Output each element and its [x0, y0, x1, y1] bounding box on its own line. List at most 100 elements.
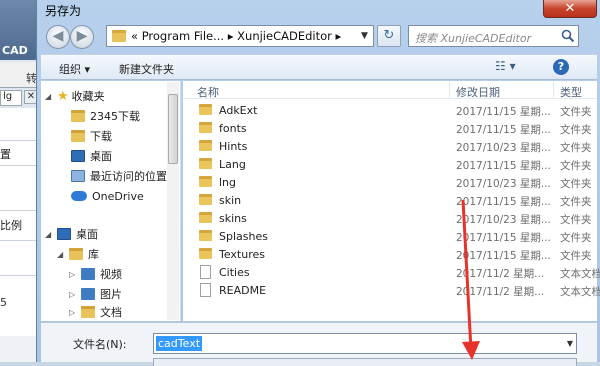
collapse-icon[interactable]: ◢ — [45, 230, 55, 239]
sidebar-item-label: 桌面 — [76, 228, 98, 241]
file-name: skin — [219, 194, 242, 207]
file-row[interactable]: lng 2017/10/23 星期... 文件夹 — [183, 173, 597, 191]
column-divider[interactable] — [449, 81, 450, 99]
background-app-divider — [0, 240, 40, 241]
filename-dropdown-icon[interactable]: ▼ — [563, 333, 577, 354]
sidebar-item-videos[interactable]: ▷ 视频 — [69, 265, 122, 283]
file-row[interactable]: Textures 2017/11/15 星期... 文件夹 — [183, 245, 597, 263]
file-row[interactable]: fonts 2017/11/15 星期... 文件夹 — [183, 119, 597, 137]
folder-icon — [71, 110, 85, 122]
picture-library-icon — [81, 288, 95, 300]
cloud-icon — [71, 191, 87, 201]
collapse-icon[interactable]: ◢ — [45, 92, 55, 101]
folder-icon — [199, 248, 212, 259]
column-header-name[interactable]: 名称 — [197, 84, 219, 100]
sidebar-item-label: 收藏夹 — [71, 90, 105, 103]
download-folder-icon — [71, 130, 85, 142]
organize-button[interactable]: 组织 ▾ — [59, 61, 90, 77]
address-bar[interactable]: « Program File... ▸ XunjieCADEditor ▸ — [106, 25, 374, 47]
view-options-icon[interactable]: ☷ ▾ — [495, 59, 529, 77]
address-path[interactable]: « Program File... ▸ XunjieCADEditor ▸ — [131, 29, 341, 43]
new-folder-button[interactable]: 新建文件夹 — [119, 61, 174, 77]
sidebar-item-label: 库 — [88, 248, 99, 261]
expand-icon[interactable]: ▷ — [69, 270, 79, 279]
background-app-divider — [0, 140, 40, 141]
sidebar-item-label: 文档 — [100, 306, 122, 319]
address-dropdown-icon[interactable]: ▼ — [357, 25, 372, 47]
background-app-cad-label: CAD — [2, 44, 28, 57]
sidebar-item-desktop[interactable]: 桌面 — [71, 147, 112, 165]
library-icon — [69, 248, 83, 260]
dialog-title: 另存为 — [45, 4, 82, 18]
background-app-divider — [0, 210, 40, 211]
recent-places-icon — [71, 170, 85, 182]
filename-input[interactable]: cadText — [153, 333, 577, 354]
search-icon[interactable] — [561, 29, 575, 43]
file-list-header: 名称 修改日期 类型 — [183, 81, 597, 99]
file-name: Splashes — [219, 230, 268, 243]
file-modified-date: 2017/11/15 星期... — [456, 124, 551, 136]
sidebar-item-favorites[interactable]: ◢ ★ 收藏夹 — [45, 87, 105, 105]
save-form: 文件名(N): cadText ▼ — [41, 322, 597, 366]
navigation-pane: ◢ ★ 收藏夹 2345下载 下载 桌面 最近访问的位置 OneDrive ◢ … — [41, 81, 181, 321]
background-app-setting-label: 置 — [0, 148, 11, 161]
close-button[interactable]: ✕ — [543, 0, 597, 18]
filename-value[interactable]: cadText — [156, 336, 203, 351]
sidebar-item-onedrive[interactable]: OneDrive — [71, 187, 144, 205]
sidebar-item-pictures[interactable]: ▷ 图片 — [69, 285, 122, 303]
search-placeholder: 搜索 XunjieCADEditor — [415, 32, 532, 45]
annotation-arrow-icon — [461, 200, 480, 360]
file-type: 文本文档 — [560, 286, 600, 298]
folder-icon — [199, 158, 212, 169]
text-file-icon — [200, 265, 211, 279]
file-row[interactable]: Hints 2017/10/23 星期... 文件夹 — [183, 137, 597, 155]
expand-icon[interactable]: ▷ — [69, 290, 79, 299]
refresh-button[interactable]: ↻ — [377, 25, 401, 47]
file-name: Textures — [219, 248, 265, 261]
folder-icon — [199, 104, 212, 115]
background-app-value-label: 5 — [0, 296, 7, 309]
document-library-icon — [81, 306, 95, 318]
file-type: 文件夹 — [560, 160, 592, 172]
sidebar-item-downloads[interactable]: 下载 — [71, 127, 112, 145]
file-row[interactable]: README 2017/11/2 星期... 文本文档 — [183, 281, 600, 299]
file-row[interactable]: Cities 2017/11/2 星期... 文本文档 — [183, 263, 600, 281]
column-header-date[interactable]: 修改日期 — [456, 84, 500, 100]
navigation-scrollbar-thumb[interactable] — [168, 94, 178, 164]
sidebar-item-2345-downloads[interactable]: 2345下载 — [71, 107, 140, 125]
collapse-icon[interactable]: ◢ — [57, 250, 67, 259]
help-icon[interactable]: ? — [553, 59, 569, 75]
column-header-type[interactable]: 类型 — [560, 84, 582, 100]
forward-button[interactable]: ▶ — [70, 25, 94, 49]
file-list: 名称 修改日期 类型 AdkExt 2017/11/15 星期... 文件夹 font… — [183, 81, 600, 321]
expand-icon[interactable]: ▷ — [69, 308, 79, 317]
file-type: 文件夹 — [560, 106, 592, 118]
file-row[interactable]: skin 2017/11/15 星期... 文件夹 — [183, 191, 597, 209]
background-app-divider — [0, 165, 40, 166]
sidebar-item-label: 视频 — [100, 268, 122, 281]
background-app-tab[interactable]: lg — [0, 90, 22, 106]
file-name: skins — [219, 212, 247, 225]
sidebar-item-desktop-root[interactable]: ◢ 桌面 — [45, 225, 98, 243]
save-type-select[interactable] — [153, 358, 577, 366]
file-name: README — [219, 284, 267, 297]
file-row[interactable]: skins 2017/10/23 星期... 文件夹 — [183, 209, 597, 227]
sidebar-item-documents[interactable]: ▷ 文档 — [69, 303, 122, 321]
sidebar-item-recent-places[interactable]: 最近访问的位置 — [71, 167, 167, 185]
file-row[interactable]: AdkExt 2017/11/15 星期... 文件夹 — [183, 101, 597, 119]
file-type: 文本文档 — [560, 268, 600, 280]
folder-icon — [199, 194, 212, 205]
back-button[interactable]: ◀ — [46, 25, 70, 49]
sidebar-item-label: 下载 — [90, 130, 112, 143]
column-divider[interactable] — [553, 81, 554, 99]
file-type: 文件夹 — [560, 214, 592, 226]
search-input[interactable]: 搜索 XunjieCADEditor — [408, 25, 579, 47]
file-name: Lang — [219, 158, 246, 171]
file-name: Hints — [219, 140, 248, 153]
file-row[interactable]: Splashes 2017/11/15 星期... 文件夹 — [183, 227, 597, 245]
video-library-icon — [81, 268, 95, 280]
file-row[interactable]: Lang 2017/11/15 星期... 文件夹 — [183, 155, 597, 173]
sidebar-item-libraries[interactable]: ◢ 库 — [57, 245, 99, 263]
file-type: 文件夹 — [560, 250, 592, 262]
file-type: 文件夹 — [560, 196, 592, 208]
